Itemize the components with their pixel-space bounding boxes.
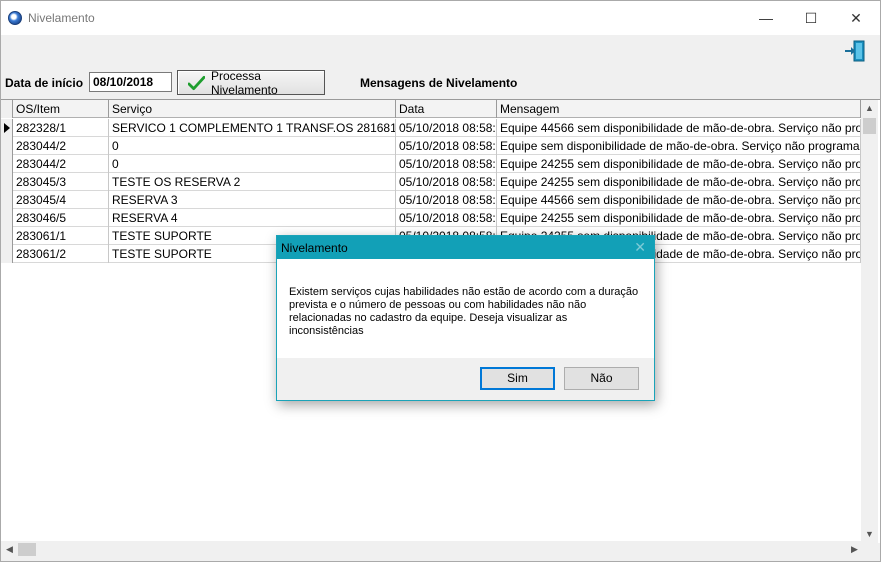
vertical-scrollbar[interactable]: ▲ ▼ — [861, 100, 878, 543]
row-indicator[interactable] — [1, 137, 13, 155]
cell-os-item[interactable]: 283044/2 — [13, 137, 109, 155]
row-indicator[interactable] — [1, 209, 13, 227]
header-indicator — [1, 100, 13, 118]
confirm-dialog: Nivelamento ✕ Existem serviços cujas hab… — [276, 235, 655, 401]
row-indicator[interactable] — [1, 227, 13, 245]
yes-button[interactable]: Sim — [480, 367, 555, 390]
minimize-button[interactable]: — — [743, 1, 789, 35]
window-title: Nivelamento — [28, 11, 95, 25]
maximize-button[interactable]: ☐ — [788, 1, 834, 35]
row-indicator[interactable] — [1, 155, 13, 173]
scroll-left-icon[interactable]: ◀ — [1, 541, 18, 558]
cell-data[interactable]: 05/10/2018 08:58:1 — [396, 209, 497, 227]
cell-data[interactable]: 05/10/2018 08:58:1 — [396, 137, 497, 155]
table-row[interactable]: 283044/2 0 05/10/2018 08:58:1 Equipe sem di… — [1, 137, 861, 155]
horizontal-scrollbar[interactable]: ◀ ▶ — [1, 541, 863, 558]
cell-servico[interactable]: 0 — [109, 137, 396, 155]
grid-header: OS/Item Serviço Data Mensagem — [1, 100, 861, 118]
cell-mensagem[interactable]: Equipe 24255 sem disponibilidade de mão-… — [497, 155, 861, 173]
start-date-field[interactable] — [89, 72, 172, 92]
cell-data[interactable]: 05/10/2018 08:58:1 — [396, 191, 497, 209]
cell-mensagem[interactable]: Equipe 44566 sem disponibilidade de mão-… — [497, 119, 861, 137]
exit-icon — [845, 40, 865, 62]
process-button-label: Processa Nivelamento — [210, 68, 278, 97]
table-row[interactable]: 283045/3 TESTE OS RESERVA 2 05/10/2018 08:… — [1, 173, 861, 191]
app-icon — [8, 11, 22, 25]
horizontal-scroll-thumb[interactable] — [18, 543, 36, 556]
table-row[interactable]: 283046/5 RESERVA 4 05/10/2018 08:58:1 Equip… — [1, 209, 861, 227]
cell-os-item[interactable]: 283045/3 — [13, 173, 109, 191]
cell-data[interactable]: 05/10/2018 08:58:1 — [396, 119, 497, 137]
scroll-right-icon[interactable]: ▶ — [846, 541, 863, 558]
cell-os-item[interactable]: 283061/2 — [13, 245, 109, 263]
exit-button[interactable] — [843, 39, 867, 63]
table-row[interactable]: 283044/2 0 05/10/2018 08:58:1 Equipe 24255 … — [1, 155, 861, 173]
row-pointer-icon — [4, 123, 10, 133]
dialog-title: Nivelamento — [281, 241, 348, 255]
process-button[interactable]: Processa Nivelamento — [177, 68, 325, 97]
scroll-down-icon[interactable]: ▼ — [861, 526, 878, 543]
dialog-close-icon[interactable]: ✕ — [634, 239, 646, 256]
cell-servico[interactable]: SERVICO 1 COMPLEMENTO 1 TRANSF.OS 281681 — [109, 119, 396, 137]
messages-label: Mensagens de Nivelamento — [360, 76, 518, 90]
col-header-servico[interactable]: Serviço — [109, 100, 396, 118]
cell-os-item[interactable]: 283061/1 — [13, 227, 109, 245]
cell-data[interactable]: 05/10/2018 08:58:1 — [396, 155, 497, 173]
cell-os-item[interactable]: 282328/1 — [13, 119, 109, 137]
row-indicator[interactable] — [1, 119, 13, 137]
cell-mensagem[interactable]: Equipe 24255 sem disponibilidade de mão-… — [497, 173, 861, 191]
cell-mensagem[interactable]: Equipe sem disponibilidade de mão-de-obr… — [497, 137, 861, 155]
row-indicator[interactable] — [1, 173, 13, 191]
table-row[interactable]: 282328/1 SERVICO 1 COMPLEMENTO 1 TRANSF.O… — [1, 119, 861, 137]
cell-os-item[interactable]: 283045/4 — [13, 191, 109, 209]
col-header-mensagem[interactable]: Mensagem — [497, 100, 861, 118]
row-indicator[interactable] — [1, 191, 13, 209]
row-indicator[interactable] — [1, 245, 13, 263]
main-window: Nivelamento — ☐ ✕ Data de início Process… — [0, 0, 881, 562]
vertical-scroll-thumb[interactable] — [863, 118, 876, 134]
cell-servico[interactable]: RESERVA 4 — [109, 209, 396, 227]
table-row[interactable]: 283045/4 RESERVA 3 05/10/2018 08:58:1 Equip… — [1, 191, 861, 209]
dialog-title-bar: Nivelamento ✕ — [277, 236, 654, 259]
col-header-os[interactable]: OS/Item — [13, 100, 109, 118]
cell-os-item[interactable]: 283046/5 — [13, 209, 109, 227]
dialog-button-bar: Sim Não — [277, 358, 654, 400]
cell-servico[interactable]: RESERVA 3 — [109, 191, 396, 209]
toolbar: Data de início Processa Nivelamento Mens… — [1, 69, 880, 97]
no-button[interactable]: Não — [564, 367, 639, 390]
cell-mensagem[interactable]: Equipe 44566 sem disponibilidade de mão-… — [497, 191, 861, 209]
check-icon — [188, 75, 205, 90]
cell-os-item[interactable]: 283044/2 — [13, 155, 109, 173]
close-button[interactable]: ✕ — [833, 1, 879, 35]
col-header-data[interactable]: Data — [396, 100, 497, 118]
cell-servico[interactable]: 0 — [109, 155, 396, 173]
date-label: Data de início — [5, 76, 84, 90]
cell-data[interactable]: 05/10/2018 08:58:1 — [396, 173, 497, 191]
scroll-up-icon[interactable]: ▲ — [861, 100, 878, 117]
dialog-message: Existem serviços cujas habilidades não e… — [289, 286, 639, 337]
cell-mensagem[interactable]: Equipe 24255 sem disponibilidade de mão-… — [497, 209, 861, 227]
cell-servico[interactable]: TESTE OS RESERVA 2 — [109, 173, 396, 191]
title-bar: Nivelamento — ☐ ✕ — [1, 1, 880, 35]
